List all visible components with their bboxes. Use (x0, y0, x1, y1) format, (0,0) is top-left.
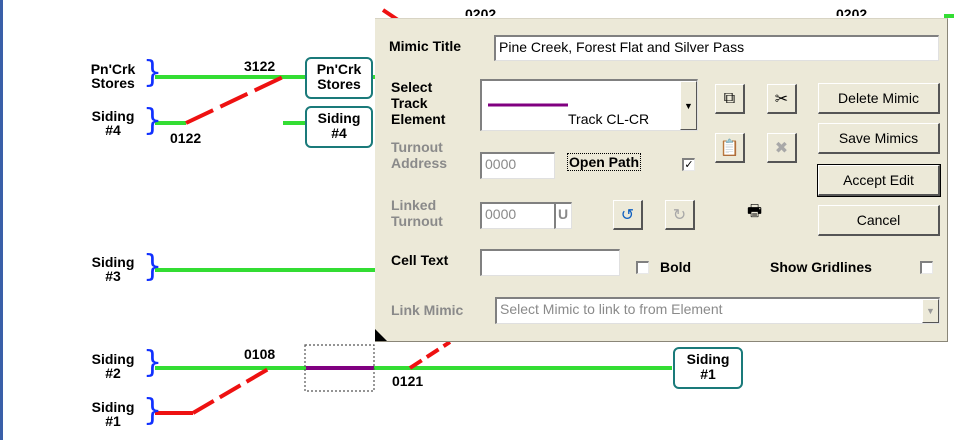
copy-icon: ⧉ (723, 89, 736, 107)
paste-button[interactable]: 📋 (715, 133, 745, 163)
brace-siding3: } (143, 249, 163, 284)
turnout-0108-diverge (191, 366, 272, 415)
brace-siding4: } (143, 103, 163, 138)
linked-turnout-suffix[interactable]: U (554, 202, 572, 229)
delete-mimic-button[interactable]: Delete Mimic (818, 83, 940, 114)
rotate-left-button[interactable]: ↺ (613, 200, 643, 230)
turnout-number-0108: 0108 (244, 346, 276, 362)
tag-pncrk-stores[interactable]: Pn'Crk Stores (305, 57, 373, 99)
label-pncrk-stores: Pn'Crk Stores (90, 61, 136, 91)
open-path-label[interactable]: Open Path (566, 153, 642, 171)
track-element-value: Track CL-CR (568, 111, 650, 127)
select-track-element-label: Select Track Element (391, 79, 446, 127)
track-element-select[interactable]: Track CL-CR ▼ (480, 79, 698, 131)
open-path-checkbox[interactable]: ✓ (682, 158, 695, 171)
paste-icon: 📋 (719, 139, 740, 157)
tag-siding-1[interactable]: Siding #1 (673, 347, 743, 389)
turnout-number-0121: 0121 (392, 373, 424, 389)
cut-button[interactable]: ✂ (767, 84, 797, 114)
resize-corner-icon[interactable] (375, 329, 387, 341)
turnout-3122-diverge (185, 75, 284, 125)
copy-button[interactable]: ⧉ (715, 84, 745, 114)
link-mimic-dropdown-button[interactable]: ▼ (922, 299, 939, 323)
delete-cell-button[interactable]: ✖ (767, 133, 797, 163)
brace-stores: } (143, 55, 163, 90)
linked-turnout-label: Linked Turnout (391, 197, 443, 229)
track-element-dropdown-button[interactable]: ▼ (680, 81, 697, 130)
rotate-right-icon: ↻ (672, 206, 687, 224)
chevron-down-icon: ▼ (684, 100, 693, 111)
cell-text-input[interactable] (480, 249, 620, 276)
delete-cell-icon: ✖ (774, 139, 789, 157)
label-siding-1: Siding #1 (91, 399, 135, 429)
link-mimic-label: Link Mimic (391, 302, 464, 318)
label-siding-2: Siding #2 (91, 351, 135, 381)
cut-icon: ✂ (774, 90, 789, 108)
turnout-number-0122: 0122 (170, 130, 202, 146)
track-swatch-icon (488, 103, 568, 107)
link-mimic-select[interactable]: Select Mimic to link to from Element ▼ (495, 297, 940, 324)
turnout-number-3122: 3122 (244, 58, 276, 74)
tag-siding-4[interactable]: Siding #4 (305, 106, 373, 148)
turnout-address-input[interactable]: 0000 (480, 152, 555, 179)
rotate-left-icon: ↺ (620, 206, 635, 224)
brace-siding1: } (143, 393, 163, 428)
bold-checkbox[interactable] (636, 261, 649, 274)
rotate-right-button[interactable]: ↻ (665, 200, 695, 230)
mimic-title-input[interactable]: Pine Creek, Forest Flat and Silver Pass (494, 35, 939, 61)
chevron-down-icon: ▼ (926, 306, 935, 316)
mimic-edit-dialog: Mimic Title Pine Creek, Forest Flat and … (375, 18, 948, 342)
turnout-address-label: Turnout Address (391, 139, 448, 171)
link-mimic-placeholder: Select Mimic to link to from Element (500, 301, 723, 317)
label-siding-3: Siding #3 (91, 254, 135, 284)
print-button[interactable]: 🖶 (740, 199, 770, 229)
bold-label: Bold (660, 259, 692, 275)
top-number-left: 0202 (465, 6, 497, 16)
show-gridlines-label: Show Gridlines (770, 259, 872, 275)
print-icon: 🖶 (746, 203, 763, 220)
label-siding-4: Siding #4 (91, 108, 135, 138)
accept-edit-button[interactable]: Accept Edit (817, 164, 941, 197)
mimic-title-label: Mimic Title (389, 38, 462, 54)
brace-siding2: } (143, 345, 163, 380)
save-mimics-button[interactable]: Save Mimics (818, 123, 940, 154)
show-gridlines-checkbox[interactable] (920, 261, 933, 274)
cell-text-label: Cell Text (391, 252, 449, 268)
turnout-0121-diverge (408, 340, 452, 370)
top-number-right: 0202 (836, 6, 868, 16)
cancel-button[interactable]: Cancel (818, 205, 940, 236)
linked-turnout-input[interactable]: 0000 (480, 202, 555, 229)
